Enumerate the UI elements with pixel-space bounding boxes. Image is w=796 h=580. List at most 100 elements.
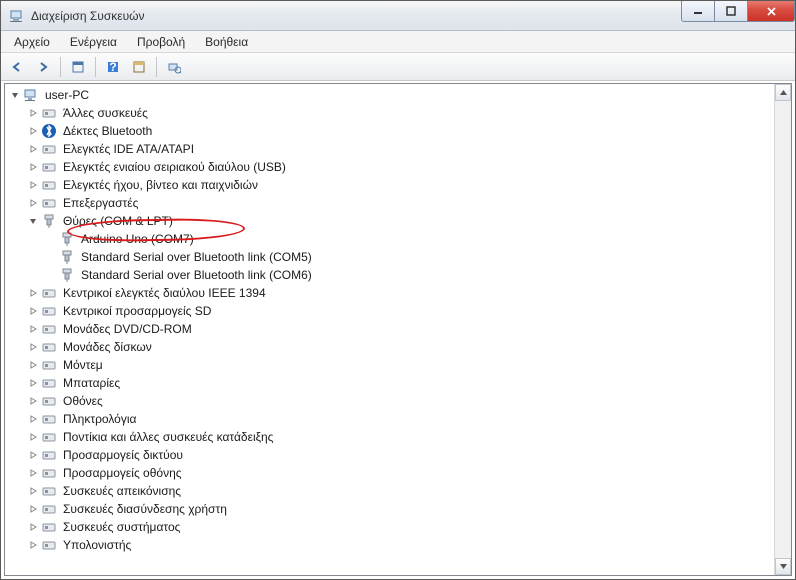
expand-toggle[interactable] <box>7 87 23 103</box>
app-icon <box>9 8 25 24</box>
tree-category[interactable]: Προσαρμογείς οθόνης <box>7 464 774 482</box>
tree-port-item[interactable]: Arduino Uno (COM7) <box>7 230 774 248</box>
tree-category[interactable]: Κεντρικοί ελεγκτές διαύλου IEEE 1394 <box>7 284 774 302</box>
expand-toggle[interactable] <box>25 195 41 211</box>
expand-toggle[interactable] <box>25 465 41 481</box>
expand-toggle[interactable] <box>25 375 41 391</box>
expand-toggle[interactable] <box>25 501 41 517</box>
node-icon <box>59 267 75 283</box>
tree-category[interactable]: Κεντρικοί προσαρμογείς SD <box>7 302 774 320</box>
node-icon <box>41 123 57 139</box>
expand-toggle[interactable] <box>25 393 41 409</box>
node-label: Προσαρμογείς δικτύου <box>61 446 185 464</box>
tree-category[interactable]: Υπολονιστής <box>7 536 774 554</box>
node-label: Συσκευές διασύνδεσης χρήστη <box>61 500 229 518</box>
tree-category[interactable]: Ελεγκτές ήχου, βίντεο και παιχνιδιών <box>7 176 774 194</box>
tree-category[interactable]: Συσκευές απεικόνισης <box>7 482 774 500</box>
device-tree[interactable]: user-PCΆλλες συσκευέςΔέκτες BluetoothΕλε… <box>5 84 774 575</box>
node-icon <box>41 375 57 391</box>
node-label: Προσαρμογείς οθόνης <box>61 464 184 482</box>
vertical-scrollbar[interactable] <box>774 84 791 575</box>
expand-toggle[interactable] <box>25 123 41 139</box>
tree-category[interactable]: Οθόνες <box>7 392 774 410</box>
node-label: Ελεγκτές IDE ATA/ATAPI <box>61 140 196 158</box>
node-label: Συσκευές συστήματος <box>61 518 182 536</box>
expand-toggle[interactable] <box>43 249 59 265</box>
minimize-button[interactable] <box>681 1 715 22</box>
menu-action[interactable]: Ενέργεια <box>61 32 126 52</box>
tree-category[interactable]: Μονάδες δίσκων <box>7 338 774 356</box>
tree-category[interactable]: Προσαρμογείς δικτύου <box>7 446 774 464</box>
tree-port-item[interactable]: Standard Serial over Bluetooth link (COM… <box>7 248 774 266</box>
forward-button[interactable] <box>31 55 55 79</box>
node-icon <box>41 447 57 463</box>
node-icon <box>59 231 75 247</box>
expand-toggle[interactable] <box>25 213 41 229</box>
expand-toggle[interactable] <box>25 339 41 355</box>
maximize-button[interactable] <box>714 1 748 22</box>
expand-toggle[interactable] <box>25 141 41 157</box>
node-label: Ελεγκτές ενιαίου σειριακού διαύλου (USB) <box>61 158 288 176</box>
help-button[interactable]: ? <box>101 55 125 79</box>
scroll-track[interactable] <box>775 101 791 558</box>
tree-category[interactable]: Συσκευές διασύνδεσης χρήστη <box>7 500 774 518</box>
tree-category[interactable]: Ελεγκτές ενιαίου σειριακού διαύλου (USB) <box>7 158 774 176</box>
back-button[interactable] <box>5 55 29 79</box>
scan-hardware-button[interactable] <box>162 55 186 79</box>
close-button[interactable] <box>747 1 795 22</box>
tree-category[interactable]: Επεξεργαστές <box>7 194 774 212</box>
tree-root[interactable]: user-PC <box>7 86 774 104</box>
expand-toggle[interactable] <box>25 285 41 301</box>
menu-file[interactable]: Αρχείο <box>5 32 59 52</box>
tree-category[interactable]: Μόντεμ <box>7 356 774 374</box>
node-icon <box>41 321 57 337</box>
node-label: Κεντρικοί προσαρμογείς SD <box>61 302 213 320</box>
tree-category[interactable]: Πληκτρολόγια <box>7 410 774 428</box>
toolbar-separator <box>156 57 157 77</box>
expand-toggle[interactable] <box>25 447 41 463</box>
node-label: Συσκευές απεικόνισης <box>61 482 183 500</box>
scroll-down-button[interactable] <box>775 558 791 575</box>
tree-port-item[interactable]: Standard Serial over Bluetooth link (COM… <box>7 266 774 284</box>
node-icon <box>41 393 57 409</box>
properties-button[interactable] <box>127 55 151 79</box>
node-icon <box>41 177 57 193</box>
scroll-up-button[interactable] <box>775 84 791 101</box>
expand-toggle[interactable] <box>25 429 41 445</box>
tree-category[interactable]: Ποντίκια και άλλες συσκευές κατάδειξης <box>7 428 774 446</box>
tree-category[interactable]: Συσκευές συστήματος <box>7 518 774 536</box>
expand-toggle[interactable] <box>25 159 41 175</box>
tree-category[interactable]: Άλλες συσκευές <box>7 104 774 122</box>
node-icon <box>41 213 57 229</box>
menu-bar: Αρχείο Ενέργεια Προβολή Βοήθεια <box>1 31 795 53</box>
expand-toggle[interactable] <box>43 231 59 247</box>
expand-toggle[interactable] <box>25 177 41 193</box>
node-label: Οθόνες <box>61 392 105 410</box>
expand-toggle[interactable] <box>25 321 41 337</box>
expand-toggle[interactable] <box>43 267 59 283</box>
node-icon <box>41 357 57 373</box>
tree-panel: user-PCΆλλες συσκευέςΔέκτες BluetoothΕλε… <box>4 83 792 576</box>
node-icon <box>41 105 57 121</box>
tree-category-ports[interactable]: Θύρες (COM & LPT) <box>7 212 774 230</box>
node-label: Άλλες συσκευές <box>61 104 150 122</box>
tree-category[interactable]: Δέκτες Bluetooth <box>7 122 774 140</box>
expand-toggle[interactable] <box>25 411 41 427</box>
menu-view[interactable]: Προβολή <box>128 32 194 52</box>
svg-text:?: ? <box>109 60 116 74</box>
expand-toggle[interactable] <box>25 519 41 535</box>
tree-category[interactable]: Μονάδες DVD/CD-ROM <box>7 320 774 338</box>
tree-category[interactable]: Ελεγκτές IDE ATA/ATAPI <box>7 140 774 158</box>
node-icon <box>41 411 57 427</box>
node-icon <box>41 483 57 499</box>
expand-toggle[interactable] <box>25 537 41 553</box>
expand-toggle[interactable] <box>25 303 41 319</box>
expand-toggle[interactable] <box>25 105 41 121</box>
expand-toggle[interactable] <box>25 483 41 499</box>
show-hide-console-button[interactable] <box>66 55 90 79</box>
node-label: Κεντρικοί ελεγκτές διαύλου IEEE 1394 <box>61 284 268 302</box>
menu-help[interactable]: Βοήθεια <box>196 32 257 52</box>
expand-toggle[interactable] <box>25 357 41 373</box>
toolbar-separator <box>95 57 96 77</box>
tree-category[interactable]: Μπαταρίες <box>7 374 774 392</box>
